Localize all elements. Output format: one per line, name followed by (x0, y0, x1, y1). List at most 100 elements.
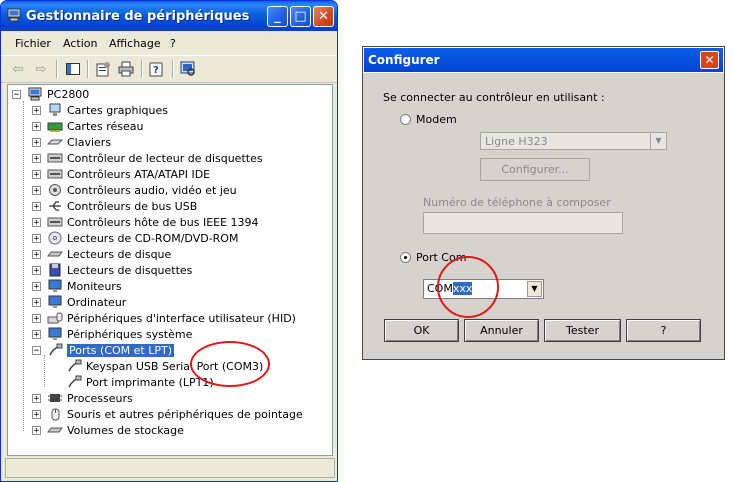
tree-item-lecteurs-cdrom[interactable]: + Lecteurs de CD-ROM/DVD-ROM (32, 230, 238, 246)
tree-item-label: Volumes de stockage (67, 423, 184, 437)
svg-text:?: ? (153, 65, 159, 76)
tree-item-label: Périphériques d'interface utilisateur (H… (67, 311, 296, 325)
tree-item-controleurs-usb[interactable]: + Contrôleurs de bus USB (32, 198, 197, 214)
properties-icon[interactable] (94, 60, 112, 78)
monitor-icon (48, 279, 62, 292)
expand-toggle[interactable]: + (32, 265, 41, 275)
tree-item-cartes-graphiques[interactable]: + Cartes graphiques (32, 102, 168, 118)
modem-line-select[interactable]: Ligne H323 ▼ (480, 132, 667, 150)
tree-item-controleur-disquettes[interactable]: + Contrôleur de lecteur de disquettes (32, 150, 263, 166)
tree-item-label: Cartes graphiques (67, 103, 168, 117)
tree-item-label: Contrôleurs hôte de bus IEEE 1394 (67, 215, 259, 229)
tree-item-souris[interactable]: + Souris et autres périphériques de poin… (32, 406, 303, 422)
ok-button[interactable]: OK (384, 319, 459, 342)
tree-item-volumes[interactable]: + Volumes de stockage (32, 422, 184, 438)
collapse-toggle[interactable]: − (32, 345, 41, 355)
expand-toggle[interactable]: + (32, 409, 41, 419)
expand-toggle[interactable]: + (32, 393, 41, 403)
close-button[interactable]: ✕ (700, 51, 719, 69)
hard-disk-icon (47, 251, 63, 257)
expand-toggle[interactable]: + (32, 185, 41, 195)
tree-item-moniteurs[interactable]: + Moniteurs (32, 278, 122, 294)
phone-number-input[interactable] (423, 212, 623, 234)
tree-item-label: Périphériques système (67, 327, 193, 341)
tree-item-label: Ordinateur (67, 295, 127, 309)
help-icon[interactable]: ? (148, 60, 166, 78)
expand-toggle[interactable]: + (32, 121, 41, 131)
expand-toggle[interactable]: + (32, 233, 41, 243)
expand-toggle[interactable]: + (32, 217, 41, 227)
maximize-button[interactable]: □ (290, 6, 311, 27)
configure-modem-button[interactable]: Configurer... (480, 158, 590, 181)
expand-toggle[interactable]: + (32, 281, 41, 291)
dialog-title-bar[interactable]: Configurer ✕ (363, 47, 724, 73)
expand-toggle[interactable]: + (32, 249, 41, 259)
expand-toggle[interactable]: + (32, 105, 41, 115)
tree-item-claviers[interactable]: + Claviers (32, 134, 111, 150)
tree-item-label: Cartes réseau (67, 119, 144, 133)
menu-help[interactable]: ? (170, 37, 176, 50)
tree-item-ordinateur[interactable]: + Ordinateur (32, 294, 126, 310)
tree-item-label: Claviers (67, 135, 112, 149)
tree-root[interactable]: − PC2800 (12, 86, 89, 102)
tree-item-controleurs-1394[interactable]: + Contrôleurs hôte de bus IEEE 1394 (32, 214, 259, 230)
collapse-toggle[interactable]: − (12, 89, 21, 99)
tree-item-lecteurs-disquettes[interactable]: + Lecteurs de disquettes (32, 262, 192, 278)
tree-item-hid[interactable]: + Périphériques d'interface utilisateur … (32, 310, 296, 326)
tree-item-controleurs-audio[interactable]: + Contrôleurs audio, vidéo et jeu (32, 182, 237, 198)
menu-fichier[interactable]: Fichier (15, 37, 51, 50)
expand-toggle[interactable]: + (32, 137, 41, 147)
tree-item-cartes-reseau[interactable]: + Cartes réseau (32, 118, 144, 134)
network-card-icon (47, 122, 63, 132)
tree-item-controleurs-ata[interactable]: + Contrôleurs ATA/ATAPI IDE (32, 166, 210, 182)
annotation-circle (437, 256, 499, 318)
tree-item-ports[interactable]: − Ports (COM et LPT) (32, 342, 175, 358)
keyboard-icon (47, 139, 63, 145)
hid-icon (47, 312, 63, 324)
cancel-button[interactable]: Annuler (464, 319, 539, 342)
tree-connector (23, 101, 24, 431)
modem-radio[interactable] (400, 114, 411, 125)
cdrom-icon (48, 231, 62, 245)
modem-line-value: Ligne H323 (485, 135, 548, 148)
controller-icon (47, 153, 63, 163)
device-tree[interactable]: − PC2800 + Cartes graphiques + Cartes ré… (7, 84, 333, 456)
tree-item-processeurs[interactable]: + Processeurs (32, 390, 133, 406)
tree-item-peripheriques-systeme[interactable]: + Périphériques système (32, 326, 192, 342)
scan-hardware-icon[interactable] (179, 60, 197, 78)
tree-item-lpt1[interactable]: Port imprimante (LPT1) (66, 374, 214, 390)
help-button[interactable]: ? (626, 319, 701, 342)
menu-action[interactable]: Action (63, 37, 97, 50)
window-title: Gestionnaire de périphériques (26, 9, 250, 24)
show-hide-tree-icon[interactable] (64, 60, 82, 78)
title-bar[interactable]: Gestionnaire de périphériques _ □ ✕ (1, 1, 337, 31)
tree-item-lecteurs-disque[interactable]: + Lecteurs de disque (32, 246, 171, 262)
tree-root-label: PC2800 (47, 87, 90, 101)
expand-toggle[interactable]: + (32, 201, 41, 211)
expand-toggle[interactable]: + (32, 313, 41, 323)
toolbar-separator (141, 60, 143, 78)
menu-affichage[interactable]: Affichage (109, 37, 161, 50)
back-arrow-icon[interactable]: ⇦ (9, 60, 27, 78)
forward-arrow-icon[interactable]: ⇨ (32, 60, 50, 78)
port-connector-icon (49, 343, 63, 356)
expand-toggle[interactable]: + (32, 169, 41, 179)
expand-toggle[interactable]: + (32, 297, 41, 307)
annotation-circle (190, 341, 270, 387)
expand-toggle[interactable]: + (32, 329, 41, 339)
controller-icon (47, 169, 63, 179)
close-button[interactable]: ✕ (313, 6, 334, 27)
tree-item-label: Souris et autres périphériques de pointa… (67, 407, 303, 421)
expand-toggle[interactable]: + (32, 153, 41, 163)
display-adapter-icon (49, 103, 61, 116)
port-com-radio[interactable] (400, 252, 411, 263)
connection-prompt: Se connecter au contrôleur en utilisant … (383, 91, 605, 104)
minimize-button[interactable]: _ (267, 6, 288, 27)
modem-label: Modem (416, 113, 457, 126)
expand-toggle[interactable]: + (32, 425, 41, 435)
chevron-down-icon[interactable]: ▼ (527, 281, 542, 297)
print-icon[interactable] (117, 60, 135, 78)
usb-icon (49, 201, 61, 211)
test-button[interactable]: Tester (544, 319, 621, 342)
device-manager-window: Gestionnaire de périphériques _ □ ✕ Fich… (0, 0, 338, 482)
